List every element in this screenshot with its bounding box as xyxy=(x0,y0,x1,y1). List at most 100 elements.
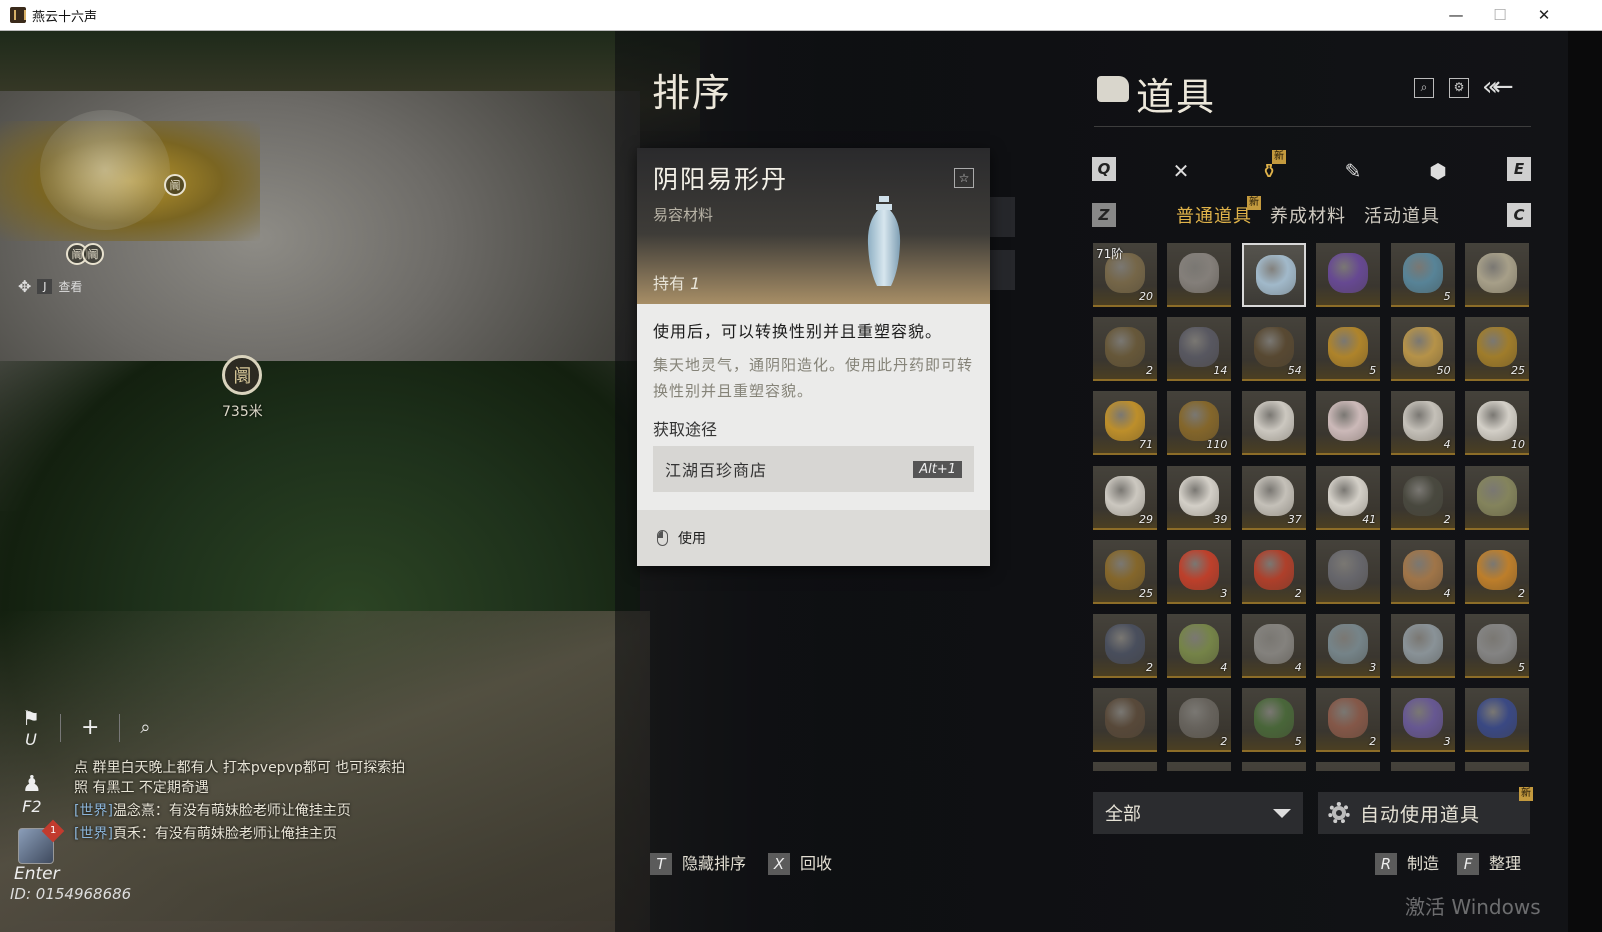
prev-category-key[interactable]: Q xyxy=(1092,157,1116,181)
view-key: J xyxy=(37,279,53,294)
tab-map-icon[interactable]: ⬢ xyxy=(1425,158,1451,184)
inventory-slot[interactable] xyxy=(1241,391,1306,456)
inventory-slot[interactable] xyxy=(1465,762,1529,771)
inventory-slot[interactable]: 3 xyxy=(1316,614,1381,678)
inventory-slot[interactable]: 2 xyxy=(1093,317,1157,382)
inventory-slot[interactable]: 2 xyxy=(1465,539,1529,604)
minimap-marker[interactable]: 阛 xyxy=(164,174,186,196)
inventory-slot[interactable]: 3 xyxy=(1167,539,1232,604)
inventory-slot[interactable] xyxy=(1465,688,1529,753)
inventory-slot[interactable]: 41 xyxy=(1316,465,1381,530)
auto-use-button[interactable]: 自动使用道具 xyxy=(1318,792,1530,834)
chat-log[interactable]: 点 群里白天晚上都有人 打本pvepvp都可 也可探索拍照 有黑工 不定期奇遇 … xyxy=(74,758,414,847)
hide-sort-button[interactable]: T 隐藏排序 xyxy=(650,850,746,875)
inventory-slot[interactable]: 4 xyxy=(1390,539,1455,604)
filter-dropdown[interactable]: 全部 xyxy=(1093,792,1303,834)
organize-button[interactable]: F 整理 xyxy=(1457,850,1521,875)
minimap-view-hint[interactable]: ✥ J 查看 xyxy=(18,277,82,296)
inventory-slot[interactable]: 71 xyxy=(1093,391,1157,456)
tab-tools-icon[interactable]: ✎ xyxy=(1340,158,1366,184)
fish-icon xyxy=(1402,549,1443,590)
item-count: 5 xyxy=(1443,290,1451,303)
social-button[interactable]: ♟ F2 xyxy=(22,772,42,816)
inventory-slot[interactable] xyxy=(1390,614,1455,678)
inventory-slot[interactable]: 54 xyxy=(1241,317,1306,382)
sort-slot[interactable] xyxy=(990,197,1015,237)
add-icon[interactable]: + xyxy=(81,715,99,740)
next-subtab-key[interactable]: C xyxy=(1507,203,1531,227)
inventory-slot[interactable]: 3 xyxy=(1390,688,1455,753)
tab-event-items[interactable]: 活动道具 xyxy=(1364,202,1440,228)
source-hotkey: Alt+1 xyxy=(913,460,962,478)
inventory-slot[interactable]: 14 xyxy=(1167,317,1232,382)
maximize-button[interactable]: ☐ xyxy=(1478,0,1522,30)
search-icon[interactable]: ⌕ xyxy=(1414,78,1434,98)
minimap[interactable]: 阛 阛 阛 xyxy=(0,100,240,265)
back-icon[interactable]: «← xyxy=(1482,72,1514,102)
prev-subtab-key[interactable]: Z xyxy=(1092,203,1116,227)
inventory-slot[interactable]: 25 xyxy=(1093,539,1157,604)
inventory-slot[interactable]: 5 xyxy=(1465,614,1529,678)
inventory-slot[interactable]: 10 xyxy=(1465,391,1529,456)
tab-growth-materials[interactable]: 养成材料 xyxy=(1270,202,1346,228)
inventory-slot[interactable] xyxy=(1465,465,1529,530)
inventory-slot[interactable] xyxy=(1465,243,1529,307)
inventory-slot[interactable]: 2 xyxy=(1316,688,1381,753)
inventory-slot[interactable]: 110 xyxy=(1167,391,1232,456)
inventory-slot[interactable]: 29 xyxy=(1093,465,1157,530)
inventory-slot[interactable] xyxy=(1390,762,1455,771)
waypoint-marker[interactable]: 阛 735米 xyxy=(222,355,263,421)
inventory-slot[interactable] xyxy=(1093,688,1157,753)
chat-line: 点 群里白天晚上都有人 打本pvepvp都可 也可探索拍照 有黑工 不定期奇遇 xyxy=(74,760,406,796)
recycle-button[interactable]: X 回收 xyxy=(768,850,832,875)
inventory-slot[interactable]: 5 xyxy=(1316,317,1381,382)
tab-normal-items[interactable]: 普通道具 xyxy=(1176,202,1252,228)
inventory-slot[interactable]: 4 xyxy=(1241,614,1306,678)
beetle-icon xyxy=(1105,549,1145,590)
inventory-slot[interactable]: 50 xyxy=(1390,317,1455,382)
inventory-slot[interactable] xyxy=(1241,243,1306,307)
craft-button[interactable]: R 制造 xyxy=(1375,850,1439,875)
source-heading: 获取途径 xyxy=(653,420,718,439)
inventory-slot[interactable]: 2 xyxy=(1390,465,1455,530)
inventory-slot[interactable]: 5 xyxy=(1241,688,1306,753)
golden-fish-icon xyxy=(1402,327,1443,368)
inventory-slot[interactable]: 37 xyxy=(1241,465,1306,530)
card-icon xyxy=(1477,698,1517,739)
sort-slot[interactable] xyxy=(990,250,1015,290)
mark-key: U xyxy=(25,730,37,749)
use-button[interactable]: 使用 xyxy=(637,510,990,566)
inventory-slot[interactable]: 5 xyxy=(1390,243,1455,307)
favorite-star-icon[interactable]: ☆ xyxy=(954,168,974,188)
minimize-button[interactable]: — xyxy=(1434,0,1478,30)
inventory-slot[interactable] xyxy=(1316,243,1381,307)
book-icon xyxy=(1477,253,1517,293)
settings-icon[interactable]: ⚙ xyxy=(1449,78,1469,98)
next-category-key[interactable]: E xyxy=(1507,157,1531,181)
inventory-slot[interactable]: 4 xyxy=(1167,614,1232,678)
inventory-slot[interactable] xyxy=(1093,762,1157,771)
inventory-slot[interactable] xyxy=(1167,243,1232,307)
source-name: 江湖百珍商店 xyxy=(665,461,768,480)
inventory-slot[interactable] xyxy=(1316,762,1381,771)
inventory-slot[interactable]: 71阶 20 xyxy=(1093,243,1157,307)
tab-weapons-icon[interactable]: ✕ xyxy=(1168,158,1194,184)
inventory-slot[interactable]: 2 xyxy=(1093,614,1157,678)
search-icon[interactable]: ⌕ xyxy=(140,717,150,738)
minimap-marker[interactable]: 阛 xyxy=(82,243,104,265)
inventory-slot[interactable] xyxy=(1316,391,1381,456)
inventory-slot[interactable] xyxy=(1241,762,1306,771)
inventory-slot[interactable]: 2 xyxy=(1241,539,1306,604)
inventory-slot[interactable]: 39 xyxy=(1167,465,1232,530)
inventory-slot[interactable] xyxy=(1167,762,1232,771)
divider xyxy=(119,713,121,742)
mark-button[interactable]: ⚑ U xyxy=(22,706,40,749)
inventory-slot[interactable]: 2 xyxy=(1167,688,1232,753)
avatar[interactable]: 1 xyxy=(18,819,65,864)
use-label: 使用 xyxy=(678,531,706,547)
inventory-slot[interactable]: 4 xyxy=(1390,391,1455,456)
inventory-slot[interactable] xyxy=(1316,539,1381,604)
source-link[interactable]: 江湖百珍商店 Alt+1 xyxy=(653,446,974,492)
close-button[interactable]: ✕ xyxy=(1522,0,1566,30)
inventory-slot[interactable]: 25 xyxy=(1465,317,1529,382)
